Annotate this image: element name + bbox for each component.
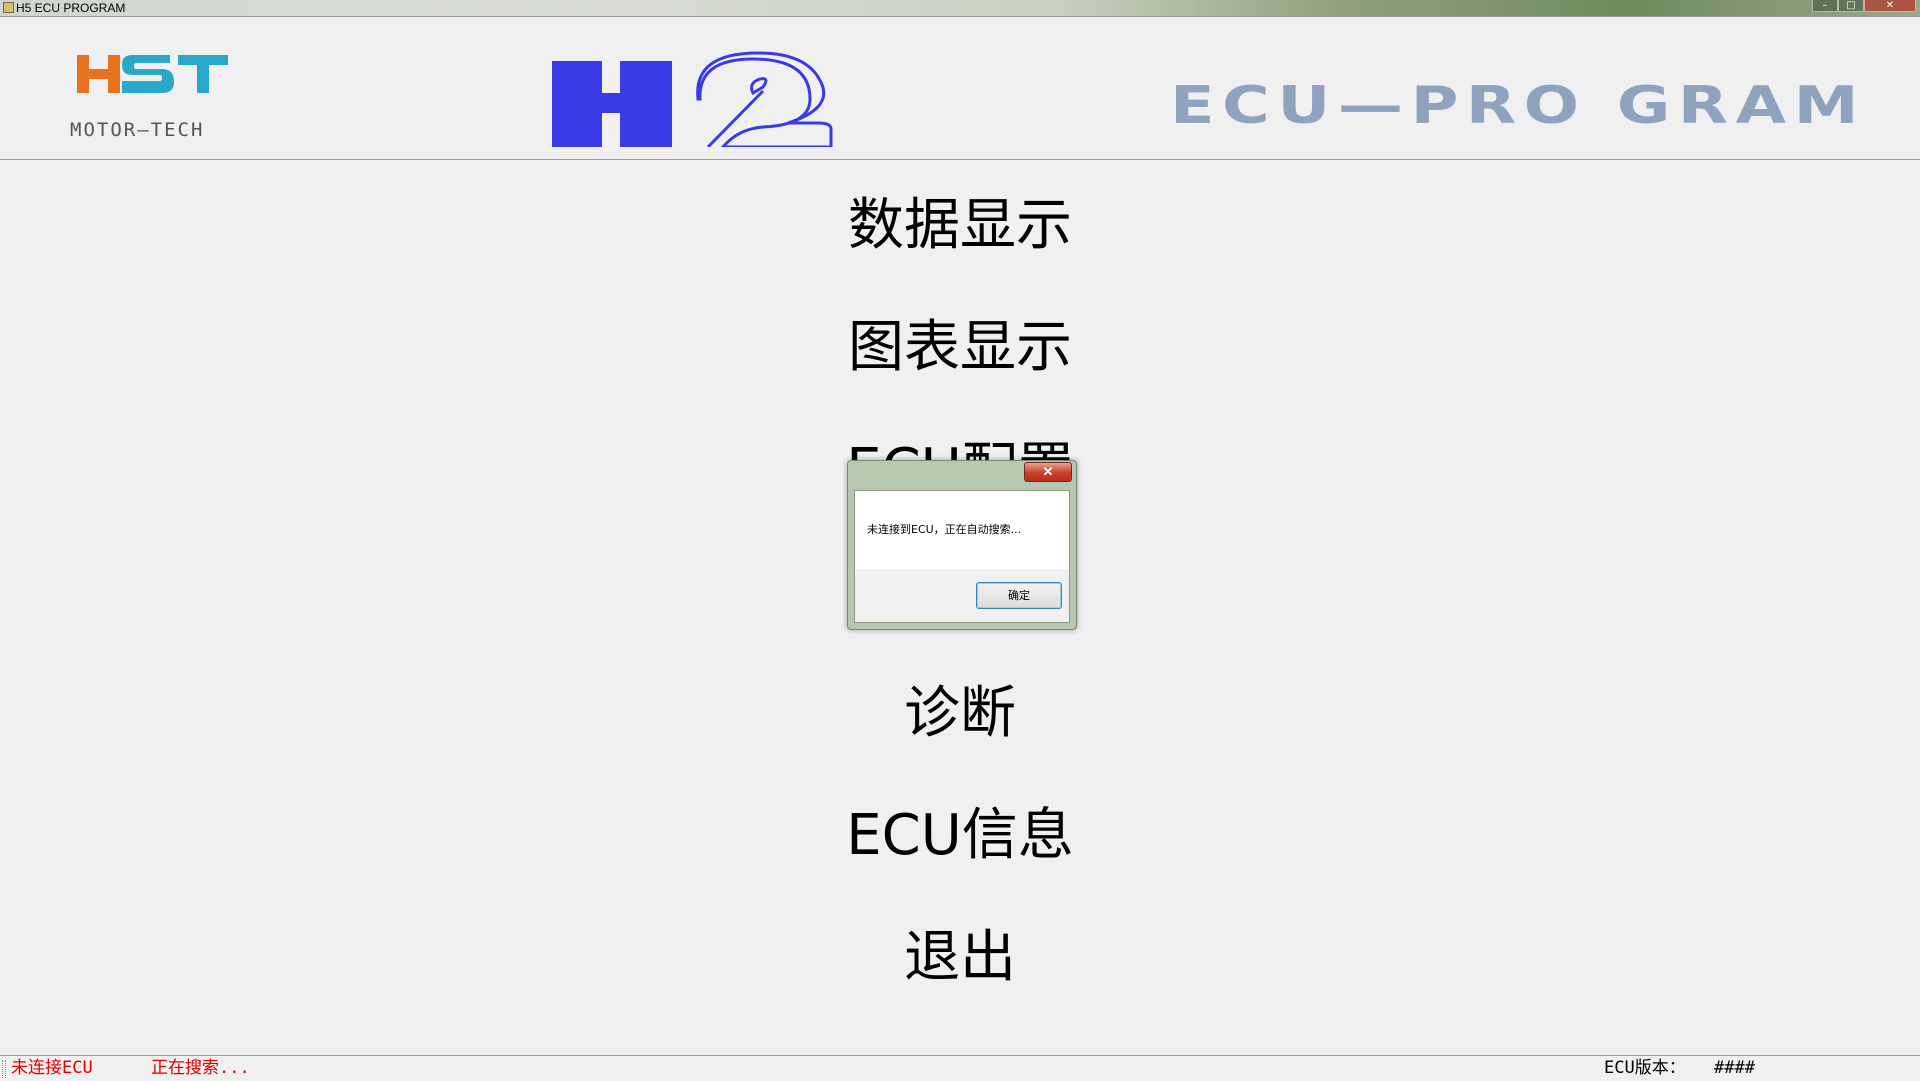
ecu-version-value: ####	[1714, 1058, 1755, 1078]
message-dialog: ✕ 未连接到ECU，正在自动搜索... 确定	[847, 460, 1077, 630]
search-status: 正在搜索...	[151, 1058, 250, 1078]
status-grip	[2, 1060, 6, 1078]
window-titlebar[interactable]: H5 ECU PROGRAM – □ ✕	[0, 0, 1920, 17]
menu-diagnosis[interactable]: 诊断	[760, 674, 1160, 754]
menu-chart-display[interactable]: 图表显示	[760, 308, 1160, 388]
dialog-body: 未连接到ECU，正在自动搜索... 确定	[854, 490, 1070, 623]
hst-logo-subtext: MOTOR—TECH	[70, 119, 204, 141]
dialog-message: 未连接到ECU，正在自动搜索...	[867, 523, 1022, 536]
status-bar: 未连接ECU 正在搜索... ECU版本： ####	[0, 1055, 1920, 1081]
dialog-ok-button[interactable]: 确定	[976, 582, 1062, 609]
menu-data-display[interactable]: 数据显示	[760, 186, 1160, 266]
header-banner: MOTOR—TECH ECU—PRO GRAM	[0, 17, 1920, 160]
h2-logo	[552, 51, 833, 147]
minimize-button[interactable]: –	[1812, 0, 1838, 12]
menu-ecu-info[interactable]: ECU信息	[760, 796, 1160, 876]
ecu-program-text: ECU—PRO GRAM	[1170, 76, 1866, 136]
close-button[interactable]: ✕	[1864, 0, 1916, 12]
dialog-close-button[interactable]: ✕	[1024, 462, 1072, 482]
dialog-message-area: 未连接到ECU，正在自动搜索...	[855, 491, 1069, 569]
app-icon	[3, 2, 14, 13]
window-title: H5 ECU PROGRAM	[16, 1, 126, 15]
connection-status: 未连接ECU	[11, 1058, 93, 1078]
menu-exit[interactable]: 退出	[760, 918, 1160, 998]
ecu-version-label: ECU版本：	[1604, 1058, 1686, 1078]
hst-motor-tech-logo: MOTOR—TECH	[70, 55, 228, 141]
ecu-program-logo: ECU—PRO GRAM	[1170, 76, 1866, 136]
maximize-button[interactable]: □	[1838, 0, 1864, 12]
